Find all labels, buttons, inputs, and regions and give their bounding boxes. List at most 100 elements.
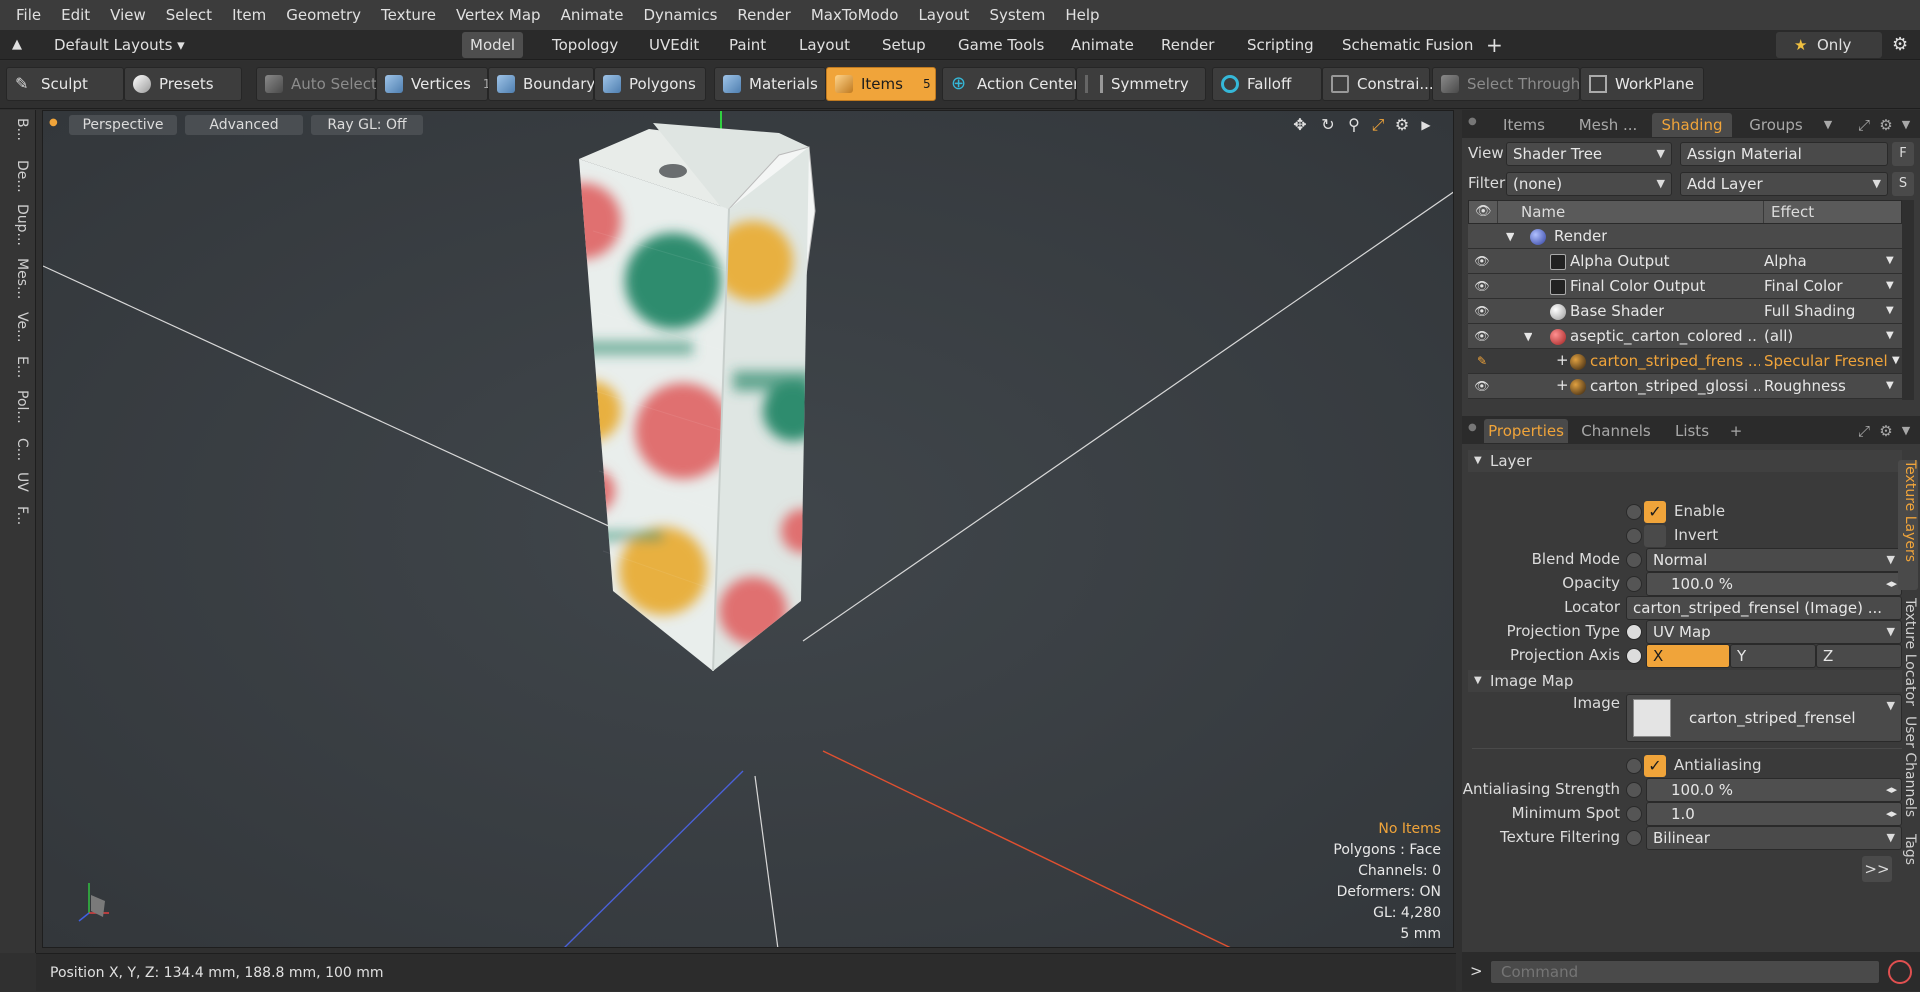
action-center-button[interactable]: ⊕ Action Center <box>942 67 1079 101</box>
axis-x-button[interactable]: X <box>1646 644 1730 668</box>
maximize-icon[interactable]: ⤢ <box>1854 419 1874 443</box>
raygl-button[interactable]: Ray GL: Off <box>311 115 423 135</box>
texture-filtering-channel-dot[interactable] <box>1626 830 1642 846</box>
chevron-down-icon[interactable]: ▼ <box>1886 305 1894 316</box>
rotate-view-icon[interactable]: ↻ <box>1319 116 1337 134</box>
menu-select[interactable]: Select <box>156 0 222 30</box>
chevron-down-icon[interactable]: ▼ <box>1886 280 1894 291</box>
tree-item-effect[interactable]: Specular Fresnel <box>1764 352 1892 370</box>
more-button[interactable]: >> <box>1862 856 1892 882</box>
chevron-down-icon[interactable]: ▼ <box>1886 255 1894 266</box>
zoom-icon[interactable]: ⚲ <box>1345 116 1363 134</box>
image-picker[interactable]: carton_striped_frensel ▼ <box>1626 694 1902 742</box>
tab-render[interactable]: Render <box>1161 32 1214 58</box>
axis-z-button[interactable]: Z <box>1816 644 1902 668</box>
expand-arrow-icon[interactable]: ▼ <box>1524 330 1532 343</box>
tab-channels[interactable]: Channels <box>1576 419 1656 443</box>
tab-texture-locator[interactable]: Texture Locator <box>1898 598 1918 708</box>
panel-gear-icon[interactable]: ⚙ <box>1876 113 1896 137</box>
aa-strength-channel-dot[interactable] <box>1626 782 1642 798</box>
projection-axis-channel-dot[interactable] <box>1626 648 1642 664</box>
menu-vertex-map[interactable]: Vertex Map <box>446 0 551 30</box>
tab-user-channels[interactable]: User Channels <box>1898 716 1918 826</box>
opacity-slider[interactable]: 100.0 % ◂▸ <box>1646 572 1902 596</box>
tab-setup[interactable]: Setup <box>882 32 926 58</box>
record-icon[interactable] <box>1888 960 1912 984</box>
antialiasing-channel-dot[interactable] <box>1626 758 1642 774</box>
tab-paint[interactable]: Paint <box>729 32 766 58</box>
left-tab-uv[interactable]: UV <box>6 472 30 502</box>
tab-properties[interactable]: Properties <box>1484 419 1568 443</box>
blend-mode-channel-dot[interactable] <box>1626 552 1642 568</box>
tab-uvedit[interactable]: UVEdit <box>649 32 699 58</box>
panel-menu-icon[interactable]: ▼ <box>1896 419 1916 443</box>
panel-menu-icon[interactable]: ▼ <box>1896 113 1916 137</box>
menu-edit[interactable]: Edit <box>51 0 100 30</box>
eye-icon[interactable]: 👁 <box>1474 379 1490 393</box>
menu-texture[interactable]: Texture <box>371 0 446 30</box>
expand-arrow-icon[interactable]: ▼ <box>1506 230 1514 243</box>
tab-lists[interactable]: Lists <box>1662 419 1722 443</box>
f-button[interactable]: F <box>1892 142 1914 166</box>
tree-item-effect[interactable]: (all) <box>1764 327 1892 345</box>
eye-icon[interactable]: 👁 <box>1474 279 1490 293</box>
minimum-spot-slider[interactable]: 1.0 ◂▸ <box>1646 802 1902 826</box>
tab-shading[interactable]: Shading <box>1652 113 1732 137</box>
opacity-channel-dot[interactable] <box>1626 576 1642 592</box>
tree-item-effect[interactable]: Final Color <box>1764 277 1892 295</box>
chevron-down-icon[interactable]: ▼ <box>1892 355 1900 366</box>
add-tab-button[interactable]: + <box>1726 419 1746 443</box>
texture-filtering-dropdown[interactable]: Bilinear ▼ <box>1646 826 1902 850</box>
tab-mesh[interactable]: Mesh ... <box>1568 113 1648 137</box>
tabs-menu-icon[interactable]: ▼ <box>1818 113 1838 137</box>
assign-material-button[interactable]: Assign Material <box>1680 142 1888 166</box>
tree-scrollbar[interactable] <box>1902 200 1914 400</box>
invert-checkbox[interactable] <box>1644 525 1666 547</box>
collapse-arrow-icon[interactable]: ▲ <box>12 32 22 58</box>
left-tab-polygon[interactable]: Pol... <box>6 390 30 434</box>
tab-game-tools[interactable]: Game Tools <box>958 32 1044 58</box>
tree-row-final-color-output[interactable]: 👁 Final Color Output Final Color ▼ <box>1468 274 1902 299</box>
left-tab-duplicate[interactable]: Dup... <box>6 204 30 254</box>
menu-dynamics[interactable]: Dynamics <box>633 0 727 30</box>
tree-item-effect[interactable]: Full Shading <box>1764 302 1892 320</box>
tab-groups[interactable]: Groups <box>1736 113 1816 137</box>
layer-section[interactable]: ▼ Layer <box>1468 450 1902 472</box>
locator-dropdown[interactable]: carton_striped_frensel (Image) ... <box>1626 596 1902 620</box>
tree-row-render[interactable]: ▼ Render <box>1468 224 1902 249</box>
add-tab-button[interactable]: + <box>1486 32 1503 58</box>
invert-channel-dot[interactable] <box>1626 528 1642 544</box>
tab-items[interactable]: Items <box>1484 113 1564 137</box>
auto-select-button[interactable]: Auto Select <box>256 67 377 101</box>
tree-row-material-group[interactable]: 👁 ▼ aseptic_carton_colored ... (all) ▼ <box>1468 324 1902 349</box>
command-input[interactable] <box>1490 960 1880 984</box>
tab-animate[interactable]: Animate <box>1071 32 1134 58</box>
image-map-section[interactable]: ▼ Image Map <box>1468 670 1902 692</box>
move-view-icon[interactable]: ✥ <box>1291 116 1309 134</box>
aa-strength-slider[interactable]: 100.0 % ◂▸ <box>1646 778 1902 802</box>
menu-help[interactable]: Help <box>1055 0 1109 30</box>
brush-icon[interactable]: ✎ <box>1474 354 1490 368</box>
tab-schematic-fusion[interactable]: Schematic Fusion <box>1342 32 1473 58</box>
chevron-down-icon[interactable]: ▼ <box>1886 330 1894 341</box>
sculpt-button[interactable]: ✎ Sculpt <box>6 67 124 101</box>
symmetry-button[interactable]: Symmetry <box>1076 67 1206 101</box>
antialiasing-checkbox[interactable]: ✓ <box>1644 755 1666 777</box>
chevron-down-icon[interactable]: ▼ <box>1886 380 1894 391</box>
materials-button[interactable]: Materials <box>714 67 826 101</box>
select-through-button[interactable]: Select Through <box>1432 67 1580 101</box>
eye-icon[interactable]: 👁 <box>1474 254 1490 268</box>
tree-row-carton-fresnel[interactable]: ✎ + carton_striped_frens ... Specular Fr… <box>1468 349 1902 374</box>
maximize-icon[interactable]: ⤢ <box>1854 113 1874 137</box>
vertices-button[interactable]: Vertices 1 <box>376 67 490 101</box>
menu-render[interactable]: Render <box>727 0 800 30</box>
add-layer-dropdown[interactable]: Add Layer ▼ <box>1680 172 1888 196</box>
left-tab-vertex[interactable]: Ve... <box>6 312 30 352</box>
boundary-button[interactable]: Boundary <box>488 67 595 101</box>
menu-maxtomodo[interactable]: MaxToModo <box>801 0 909 30</box>
polygons-button[interactable]: Polygons <box>594 67 706 101</box>
axis-y-button[interactable]: Y <box>1730 644 1816 668</box>
tree-row-carton-glossiness[interactable]: 👁 + carton_striped_glossi ... Roughness … <box>1468 374 1902 399</box>
menu-geometry[interactable]: Geometry <box>276 0 371 30</box>
menu-animate[interactable]: Animate <box>551 0 634 30</box>
